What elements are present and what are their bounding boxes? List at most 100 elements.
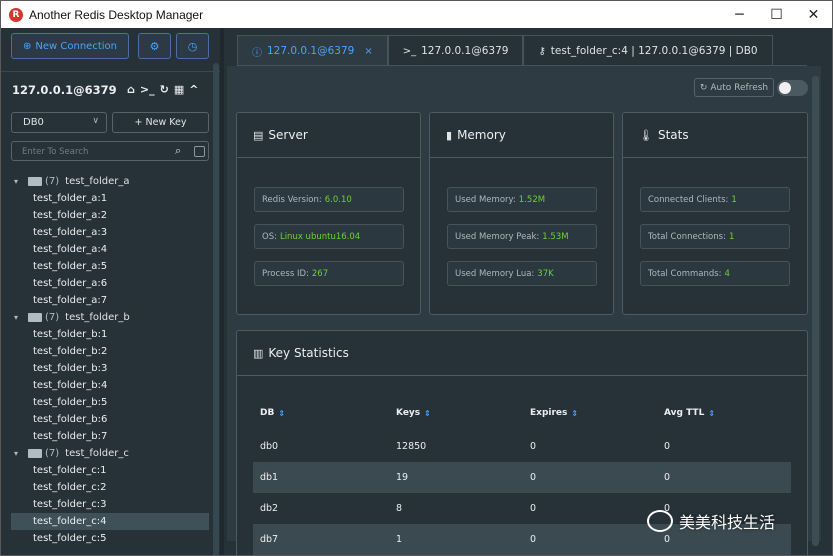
stat-value: 1.53M — [542, 231, 569, 242]
card-header: ▤ Server — [237, 113, 420, 158]
folder-row[interactable]: ▾ (7) test_folder_b — [11, 309, 209, 326]
cell-avg-ttl: 0 — [664, 472, 671, 483]
key-item[interactable]: test_folder_a:2 — [11, 207, 209, 224]
folder-row[interactable]: ▾ (7) test_folder_a — [11, 173, 209, 190]
app-window: R Another Redis Desktop Manager ─ ☐ ✕ ⊕ … — [0, 0, 833, 556]
tab-cli[interactable]: >_ 127.0.0.1@6379 — [387, 35, 524, 66]
close-button[interactable]: ✕ — [795, 1, 832, 28]
stat-connected-clients: Connected Clients: 1 — [640, 187, 790, 212]
tab-status[interactable]: ⓘ 127.0.0.1@6379 × — [237, 35, 388, 66]
refresh-icon[interactable]: ↻ — [160, 83, 169, 96]
stat-used-memory-peak: Used Memory Peak: 1.53M — [447, 224, 597, 249]
search-input[interactable] — [22, 145, 172, 158]
column-label: Expires — [530, 408, 568, 418]
terminal-icon[interactable]: >_ — [140, 83, 155, 96]
key-item[interactable]: test_folder_c:1 — [11, 462, 209, 479]
memory-card: ▮ Memory Used Memory: 1.52M Used Memory P… — [429, 112, 614, 315]
cell-expires: 0 — [530, 472, 537, 483]
key-item[interactable]: test_folder_c:5 — [11, 530, 209, 547]
caret-down-icon: ▾ — [14, 177, 19, 186]
card-title: Server — [268, 128, 308, 142]
stat-label: Total Commands: — [648, 268, 722, 279]
watermark: 美美科技生活 — [647, 509, 775, 533]
sort-icon[interactable]: ⇕ — [424, 409, 431, 418]
stat-value: 1.52M — [518, 194, 546, 205]
sort-icon[interactable]: ⇕ — [278, 409, 285, 418]
key-item[interactable]: test_folder_a:4 — [11, 241, 209, 258]
connection-name[interactable]: 127.0.0.1@6379 — [12, 83, 117, 97]
clock-icon: ◷ — [187, 39, 198, 53]
pane-divider[interactable] — [220, 28, 224, 555]
sort-icon[interactable]: ⇕ — [571, 409, 578, 418]
folder-row[interactable]: ▾ (7) test_folder_c — [11, 445, 209, 462]
grid-icon[interactable]: ▦ — [174, 83, 184, 96]
bar-chart-icon: ▥ — [253, 346, 264, 360]
plus-circle-icon: ⊕ — [23, 40, 32, 52]
key-item[interactable]: test_folder_b:2 — [11, 343, 209, 360]
sidebar-divider — [1, 71, 220, 72]
key-item[interactable]: test_folder_a:5 — [11, 258, 209, 275]
key-item-selected[interactable]: test_folder_c:4 — [11, 513, 209, 530]
key-item[interactable]: test_folder_b:6 — [11, 411, 209, 428]
column-header-db[interactable]: DB ⇕ — [253, 403, 389, 423]
home-icon[interactable]: ⌂ — [127, 83, 135, 96]
tab-label: test_folder_c:4 | 127.0.0.1@6379 | DB0 — [550, 45, 758, 57]
window-title: Another Redis Desktop Manager — [29, 7, 204, 22]
cell-expires: 0 — [530, 441, 537, 452]
search-icon[interactable]: ⌕ — [175, 144, 181, 158]
stat-value: 6.0.10 — [324, 194, 352, 205]
auto-refresh-button[interactable]: ↻ Auto Refresh — [694, 78, 774, 97]
new-connection-button[interactable]: ⊕ New Connection — [11, 33, 129, 59]
stat-label: Used Memory: — [455, 194, 516, 205]
key-item[interactable]: test_folder_b:4 — [11, 377, 209, 394]
column-label: Avg TTL — [664, 408, 705, 418]
stat-redis-version: Redis Version: 6.0.10 — [254, 187, 404, 212]
card-title: Key Statistics — [268, 346, 349, 360]
column-header-expires[interactable]: Expires ⇕ — [523, 403, 657, 423]
key-item[interactable]: test_folder_a:1 — [11, 190, 209, 207]
column-header-keys[interactable]: Keys ⇕ — [389, 403, 523, 423]
key-item[interactable]: test_folder_c:2 — [11, 479, 209, 496]
chevron-down-icon: ∨ — [92, 116, 99, 126]
cell-keys: 12850 — [396, 441, 427, 452]
cell-keys: 8 — [396, 503, 403, 514]
key-item[interactable]: test_folder_c:3 — [11, 496, 209, 513]
folder-count: (7) — [45, 176, 60, 187]
auto-refresh-toggle[interactable] — [777, 80, 808, 96]
cell-avg-ttl: 0 — [664, 534, 671, 545]
thermometer-icon: 🌡 — [639, 128, 653, 142]
maximize-button[interactable]: ☐ — [758, 1, 795, 28]
tab-key[interactable]: ⚷ test_folder_c:4 | 127.0.0.1@6379 | DB0 — [523, 35, 773, 66]
key-item[interactable]: test_folder_b:5 — [11, 394, 209, 411]
card-title: Stats — [657, 128, 689, 142]
key-item[interactable]: test_folder_b:1 — [11, 326, 209, 343]
key-item[interactable]: test_folder_a:3 — [11, 224, 209, 241]
column-header-avg-ttl[interactable]: Avg TTL ⇕ — [657, 403, 791, 423]
key-item[interactable]: test_folder_a:6 — [11, 275, 209, 292]
cell-expires: 0 — [530, 503, 537, 514]
sidebar-scrollbar[interactable] — [213, 63, 219, 555]
history-button[interactable]: ◷ — [176, 33, 209, 59]
exact-search-checkbox[interactable] — [194, 146, 205, 157]
key-item[interactable]: test_folder_b:7 — [11, 428, 209, 445]
key-item[interactable]: test_folder_a:7 — [11, 292, 209, 309]
new-key-button[interactable]: + New Key — [112, 112, 209, 133]
card-header: ▥ Key Statistics — [237, 331, 807, 376]
settings-button[interactable]: ⚙ — [138, 33, 171, 59]
stat-value: 1 — [731, 194, 737, 205]
sort-icon[interactable]: ⇕ — [708, 409, 715, 418]
chevron-up-icon[interactable]: ^ — [189, 83, 198, 96]
db-select[interactable]: DB0 ∨ — [11, 112, 107, 133]
stat-used-memory-lua: Used Memory Lua: 37K — [447, 261, 597, 286]
content-scrollbar[interactable] — [812, 76, 819, 546]
minimize-button[interactable]: ─ — [721, 1, 758, 28]
key-icon: ⚷ — [538, 45, 546, 57]
folder-name: test_folder_c — [65, 448, 129, 459]
close-tab-icon[interactable]: × — [364, 46, 372, 57]
app-logo-icon: R — [9, 7, 23, 22]
stat-value: Linux ubuntu16.04 — [279, 231, 361, 242]
caret-down-icon: ▾ — [14, 449, 19, 458]
server-icon: ▤ — [253, 128, 264, 142]
stat-label: Process ID: — [262, 268, 309, 279]
key-item[interactable]: test_folder_b:3 — [11, 360, 209, 377]
